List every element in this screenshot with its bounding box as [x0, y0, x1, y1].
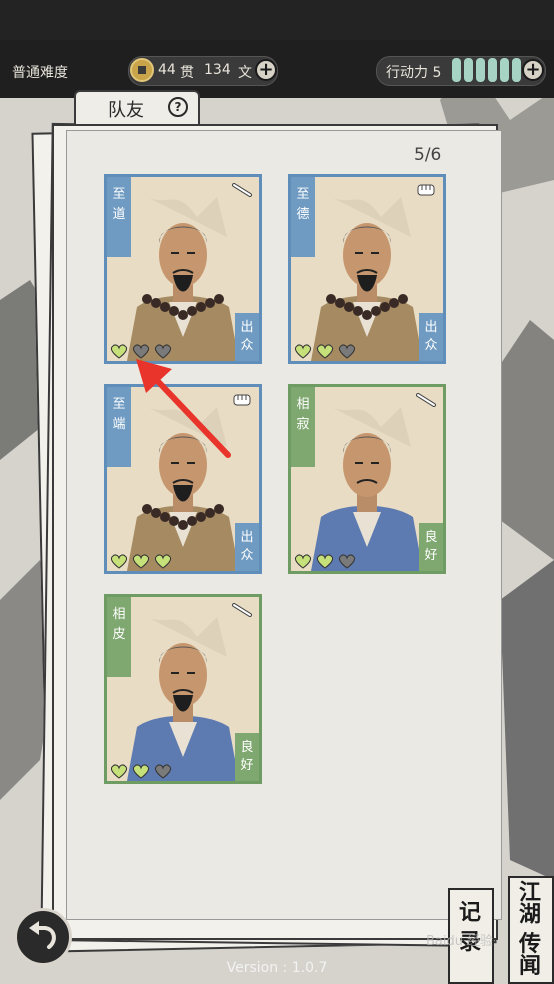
teammate-name: 相寂 — [291, 387, 315, 467]
heart-filled-icon — [110, 344, 128, 359]
teammate-card[interactable]: 至德 出众 — [288, 174, 446, 364]
heart-filled-icon — [316, 344, 334, 359]
heart-filled-icon — [294, 554, 312, 569]
guan-label: 贯 — [180, 65, 194, 81]
fist-icon — [417, 184, 435, 196]
action-point-bar — [452, 58, 461, 82]
teammate-name: 至德 — [291, 177, 315, 257]
help-icon[interactable]: ? — [168, 97, 188, 117]
action-points-bars — [452, 58, 522, 82]
heart-filled-icon — [294, 344, 312, 359]
add-action-points-button[interactable]: + — [522, 59, 544, 81]
teammate-quality: 出众 — [235, 523, 259, 571]
wen-count: 134 — [204, 62, 231, 78]
teammate-quality: 良好 — [419, 523, 443, 571]
teammate-quality: 出众 — [419, 313, 443, 361]
heart-filled-icon — [316, 554, 334, 569]
sword-icon — [416, 393, 436, 407]
heart-filled-icon — [132, 554, 150, 569]
action-point-bar — [464, 58, 473, 82]
red-arrow-annotation — [136, 359, 231, 458]
action-point-bar — [488, 58, 497, 82]
heart-filled-icon — [132, 764, 150, 779]
teammate-quality: 良好 — [235, 733, 259, 781]
heart-filled-icon — [110, 764, 128, 779]
action-points-label: 行动力 5 — [386, 65, 442, 81]
teammate-card[interactable]: 至道 出众 — [104, 174, 262, 364]
wen-label: 文 — [238, 65, 252, 81]
back-arrow-icon — [29, 921, 56, 949]
action-point-bar — [512, 58, 521, 82]
guan-count: 44 — [158, 62, 176, 78]
sword-icon — [232, 603, 252, 617]
sword-icon — [232, 183, 252, 197]
affection-hearts — [293, 553, 357, 569]
watermark: Baidu 经验 — [426, 934, 494, 949]
back-button[interactable] — [14, 908, 72, 966]
add-currency-button[interactable]: + — [255, 59, 277, 81]
affection-hearts — [293, 343, 357, 359]
tab-teammates-label: 队友 — [108, 100, 144, 121]
teammate-card[interactable]: 相寂 良好 — [288, 384, 446, 574]
heart-empty-icon — [338, 554, 356, 569]
heart-filled-icon — [110, 554, 128, 569]
coin-icon — [130, 58, 154, 82]
teammate-card[interactable]: 相皮 良好 — [104, 594, 262, 784]
affection-hearts — [109, 763, 173, 779]
action-point-bar — [476, 58, 485, 82]
teammate-name: 至端 — [107, 387, 131, 467]
action-point-bar — [500, 58, 509, 82]
affection-hearts — [109, 553, 173, 569]
heart-filled-icon — [154, 554, 172, 569]
teammate-quality: 出众 — [235, 313, 259, 361]
teammate-name: 至道 — [107, 177, 131, 257]
heart-empty-icon — [338, 344, 356, 359]
team-count: 5/6 — [414, 145, 442, 165]
teammate-name: 相皮 — [107, 597, 131, 677]
heart-empty-icon — [154, 764, 172, 779]
difficulty-label: 普通难度 — [12, 65, 68, 81]
rumors-button-label: 江湖 传闻 — [515, 880, 541, 976]
